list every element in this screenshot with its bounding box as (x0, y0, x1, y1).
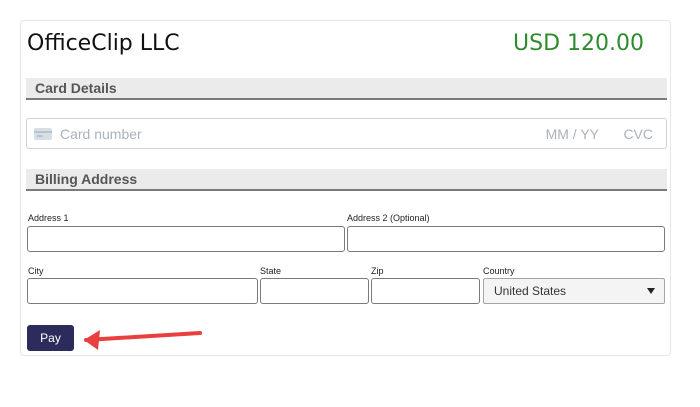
card-details-header: Card Details (26, 78, 667, 100)
address2-label: Address 2 (Optional) (347, 213, 430, 223)
country-select[interactable]: United States (483, 278, 665, 304)
country-label: Country (483, 266, 515, 276)
merchant-name: OfficeClip LLC (27, 31, 180, 56)
card-details-title: Card Details (35, 80, 117, 96)
pay-button[interactable]: Pay (27, 325, 74, 351)
address1-field[interactable] (27, 226, 345, 252)
card-number-input[interactable]: Card number MM / YY CVC (26, 118, 667, 149)
state-field[interactable] (260, 278, 369, 304)
card-number-placeholder: Card number (60, 126, 142, 142)
credit-card-icon (34, 128, 52, 140)
card-cvc-placeholder: CVC (623, 126, 653, 142)
billing-address-header: Billing Address (26, 169, 667, 191)
city-label: City (28, 266, 44, 276)
payment-amount: USD 120.00 (513, 31, 644, 56)
billing-address-title: Billing Address (35, 171, 138, 187)
zip-label: Zip (371, 266, 384, 276)
state-label: State (260, 266, 282, 276)
annotation-arrow-icon (84, 330, 202, 350)
card-expiry-placeholder: MM / YY (545, 126, 599, 142)
address1-label: Address 1 (28, 213, 69, 223)
address2-field[interactable] (347, 226, 665, 252)
zip-field[interactable] (371, 278, 480, 304)
country-selected-value: United States (494, 284, 567, 298)
city-field[interactable] (27, 278, 258, 304)
payment-form: OfficeClip LLC USD 120.00 Card Details C… (20, 20, 671, 356)
chevron-down-icon (647, 288, 655, 294)
